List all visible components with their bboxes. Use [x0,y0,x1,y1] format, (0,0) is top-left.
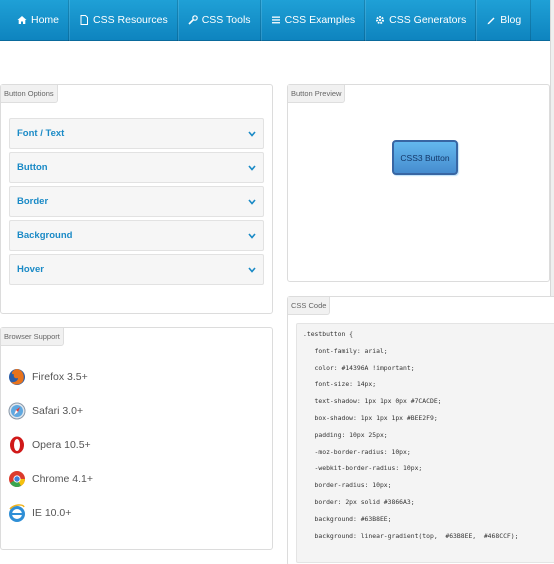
preview-css3-button[interactable]: CSS3 Button [392,140,458,175]
chevron-down-icon [248,198,256,205]
code-line: font-size: 14px; [303,380,377,389]
chevron-down-icon [248,266,256,273]
accordion-label: Hover [17,264,44,275]
css-code-block[interactable]: .testbutton { font-family: arial; color:… [296,323,554,563]
nav-css-generators[interactable]: CSS Generators [365,0,477,41]
nav-home[interactable]: Home [8,0,70,41]
accordion-label: Font / Text [17,128,65,139]
button-options-tag: Button Options [1,85,58,103]
css-code-tag: CSS Code [288,297,331,315]
browser-name: Chrome 4.1+ [32,473,93,485]
safari-icon [8,402,26,420]
accordion-label: Border [17,196,49,207]
document-icon [79,15,89,25]
list-icon [271,15,281,25]
accordion-label: Button [17,162,48,173]
chevron-down-icon [248,130,256,137]
accordion-item-border[interactable]: Border [9,186,264,217]
browser-name: Opera 10.5+ [32,439,91,451]
button-preview-panel: Button Preview CSS3 Button [287,84,550,282]
code-line: border-radius: 10px; [303,481,392,490]
browser-name: Safari 3.0+ [32,405,84,417]
code-line: background: #63B8EE; [303,514,392,523]
pencil-icon [486,15,496,25]
chrome-icon [9,471,25,487]
browser-support-tag: Browser Support [1,328,64,346]
chevron-down-icon [248,164,256,171]
code-line: -moz-border-radius: 10px; [303,447,411,456]
nav-css-tools-label: CSS Tools [201,14,251,26]
browser-item-opera: Opera 10.5+ [8,433,91,457]
code-line: text-shadow: 1px 1px 0px #7CACDE; [303,397,442,406]
code-line: padding: 10px 25px; [303,430,388,439]
top-navigation-bar: Home CSS Resources CSS Tools CSS Example… [0,0,550,41]
wrench-icon [188,15,198,25]
firefox-icon [9,369,25,385]
accordion-label: Background [17,230,73,241]
code-line: .testbutton { [303,330,354,338]
chevron-down-icon [248,232,256,239]
accordion-item-hover[interactable]: Hover [9,254,264,285]
code-line: -webkit-border-radius: 10px; [303,464,423,473]
browser-item-firefox: Firefox 3.5+ [8,365,88,389]
nav-css-examples[interactable]: CSS Examples [260,0,366,41]
nav-home-label: Home [31,14,60,26]
accordion-item-background[interactable]: Background [9,220,264,251]
accordion-item-button[interactable]: Button [9,152,264,183]
browser-item-chrome: Chrome 4.1+ [8,467,93,491]
accordion-item-font-text[interactable]: Font / Text [9,118,264,149]
button-preview-tag: Button Preview [288,85,346,103]
code-line: color: #14396A !important; [303,363,415,372]
nav-blog-label: Blog [500,14,522,26]
code-line: font-family: arial; [303,346,388,355]
opera-icon [10,436,24,454]
browser-name: IE 10.0+ [32,507,72,519]
ie-icon [9,504,25,522]
browser-support-panel: Browser Support Firefox 3.5+ Safari 3.0+… [0,327,273,550]
nav-css-resources[interactable]: CSS Resources [69,0,178,41]
button-options-panel: Button Options Font / Text Button Border… [0,84,273,314]
code-line: background: linear-gradient(top, #63B8EE… [303,531,519,540]
nav-css-tools[interactable]: CSS Tools [177,0,261,41]
gear-icon [375,15,385,25]
code-line: border: 2px solid #3866A3; [303,497,415,506]
nav-css-examples-label: CSS Examples [284,14,356,26]
home-icon [17,15,27,25]
browser-item-ie: IE 10.0+ [8,501,71,525]
css-code-panel: CSS Code .testbutton { font-family: aria… [287,296,554,564]
code-line: box-shadow: 1px 1px 1px #BEE2F9; [303,413,438,422]
browser-name: Firefox 3.5+ [32,371,88,383]
nav-css-generators-label: CSS Generators [389,14,467,26]
nav-css-resources-label: CSS Resources [93,14,168,26]
browser-item-safari: Safari 3.0+ [8,399,83,423]
nav-blog[interactable]: Blog [476,0,532,41]
